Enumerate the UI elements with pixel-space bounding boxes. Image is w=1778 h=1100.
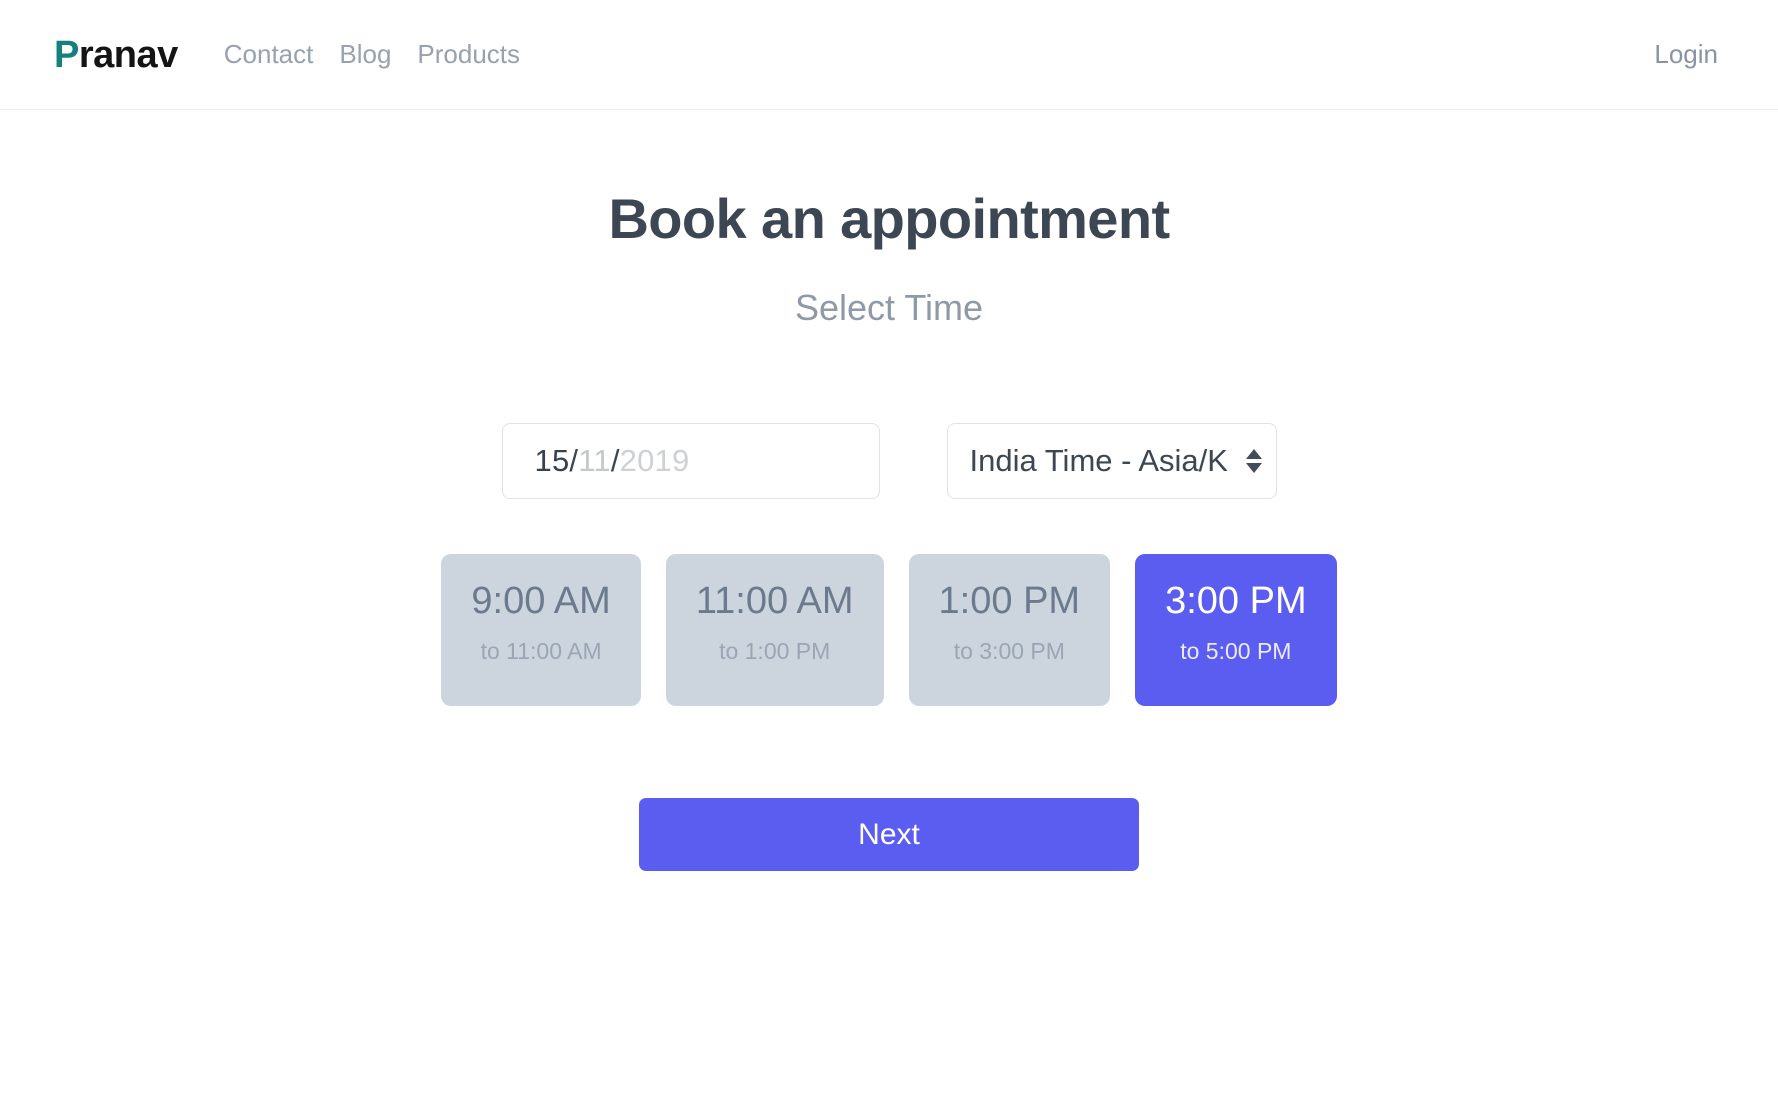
date-separator-2: / <box>611 443 620 479</box>
time-slot-11am[interactable]: 11:00 AM to 1:00 PM <box>666 554 884 706</box>
top-navbar: Pranav Contact Blog Products Login <box>0 0 1778 110</box>
chevron-down-icon <box>1246 463 1262 473</box>
time-slot-end: to 5:00 PM <box>1180 638 1291 665</box>
timezone-select[interactable]: India Time - Asia/K <box>947 423 1277 499</box>
date-day-segment[interactable]: 15 <box>535 443 570 479</box>
time-slot-start: 9:00 AM <box>471 580 610 624</box>
date-input[interactable]: 15/11/2019 <box>502 423 880 499</box>
timezone-selected-value: India Time - Asia/K <box>970 443 1228 479</box>
time-slot-start: 3:00 PM <box>1165 580 1307 624</box>
nav-item-contact[interactable]: Contact <box>224 39 314 70</box>
time-slot-end: to 1:00 PM <box>719 638 830 665</box>
select-updown-arrows-icon[interactable] <box>1246 449 1262 473</box>
date-year-segment[interactable]: 2019 <box>620 443 690 479</box>
time-slot-start: 1:00 PM <box>939 580 1081 624</box>
time-slot-start: 11:00 AM <box>696 580 854 624</box>
time-slot-end: to 11:00 AM <box>481 638 602 665</box>
date-month-segment[interactable]: 11 <box>578 443 611 479</box>
page-title: Book an appointment <box>608 188 1169 250</box>
date-separator-1: / <box>569 443 578 479</box>
nav-item-blog[interactable]: Blog <box>339 39 391 70</box>
brand-rest-text: ranav <box>79 34 178 76</box>
date-timezone-row: 15/11/2019 India Time - Asia/K <box>502 423 1277 499</box>
time-slot-list: 9:00 AM to 11:00 AM 11:00 AM to 1:00 PM … <box>441 554 1336 706</box>
brand-accent-letter: P <box>54 34 79 76</box>
nav-item-products[interactable]: Products <box>417 39 520 70</box>
login-link[interactable]: Login <box>1654 39 1718 70</box>
chevron-up-icon <box>1246 449 1262 459</box>
time-slot-1pm[interactable]: 1:00 PM to 3:00 PM <box>909 554 1111 706</box>
time-slot-3pm[interactable]: 3:00 PM to 5:00 PM <box>1135 554 1337 706</box>
time-slot-9am[interactable]: 9:00 AM to 11:00 AM <box>441 554 640 706</box>
nav-links: Contact Blog Products <box>224 39 520 70</box>
page-subtitle: Select Time <box>795 288 983 328</box>
brand-logo[interactable]: Pranav <box>54 36 178 74</box>
time-slot-end: to 3:00 PM <box>954 638 1065 665</box>
main-content: Book an appointment Select Time 15/11/20… <box>0 110 1778 871</box>
next-button[interactable]: Next <box>639 798 1139 871</box>
